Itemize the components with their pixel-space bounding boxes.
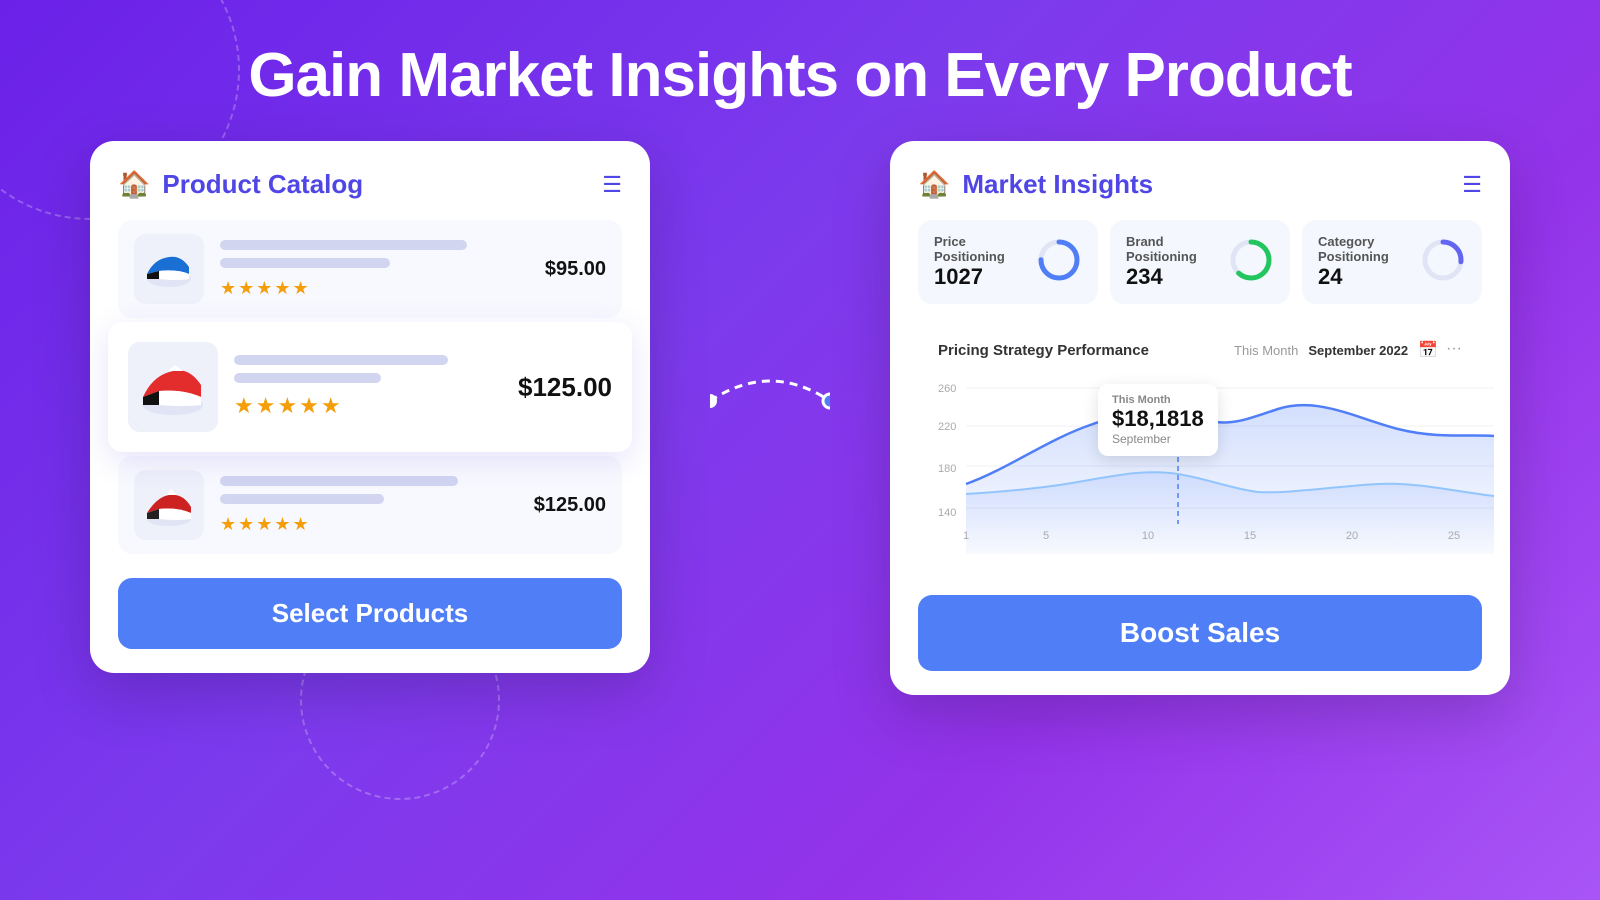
market-insights-panel: 🏠 Market Insights ☰ Price Positioning 10… [890, 141, 1510, 695]
stat-brand-text: Brand Positioning 234 [1126, 234, 1218, 290]
product-catalog-panel: 🏠 Product Catalog ☰ ★★★★★ $95.00 [90, 141, 650, 673]
catalog-menu-icon[interactable]: ☰ [602, 172, 622, 198]
select-products-button[interactable]: Select Products [118, 578, 622, 649]
product-bar-short-3 [220, 494, 384, 504]
page-header: Gain Market Insights on Every Product [0, 0, 1600, 141]
insights-home-icon: 🏠 [918, 169, 950, 200]
chart-svg-wrap: 260 220 180 140 [938, 374, 1462, 559]
product-price-2: $125.00 [518, 372, 612, 403]
stat-category-positioning: Category Positioning 24 [1302, 220, 1482, 304]
boost-sales-button[interactable]: Boost Sales [918, 595, 1482, 671]
product-info-3: ★★★★★ [220, 476, 518, 535]
stat-price-positioning: Price Positioning 1027 [918, 220, 1098, 304]
svg-text:140: 140 [938, 507, 956, 519]
product-bar-short-2 [234, 373, 381, 383]
brand-donut [1228, 237, 1274, 288]
product-price-1: $95.00 [545, 258, 606, 281]
product-image-1 [134, 234, 204, 304]
panels-container: 🏠 Product Catalog ☰ ★★★★★ $95.00 [0, 141, 1600, 695]
calendar-icon[interactable]: 📅 [1418, 340, 1438, 360]
stat-category-value: 24 [1318, 264, 1410, 290]
product-list: ★★★★★ $95.00 ★★★★★ $125.00 [118, 220, 622, 554]
stat-price-value: 1027 [934, 264, 1026, 290]
product-stars-2: ★★★★★ [234, 393, 502, 419]
insights-menu-icon[interactable]: ☰ [1462, 172, 1482, 198]
stats-row: Price Positioning 1027 Brand Positioning… [918, 220, 1482, 304]
chart-date-label: September 2022 [1308, 343, 1408, 358]
chart-action-icons[interactable]: 📅 ··· [1418, 340, 1462, 360]
svg-text:1: 1 [963, 530, 969, 542]
stat-brand-label: Brand Positioning [1126, 234, 1218, 264]
product-item-2: ★★★★★ $125.00 [108, 322, 632, 452]
svg-text:220: 220 [938, 421, 956, 433]
product-stars-3: ★★★★★ [220, 514, 518, 535]
chart-title: Pricing Strategy Performance [938, 342, 1149, 359]
insights-header: 🏠 Market Insights ☰ [918, 169, 1482, 200]
product-bar-long-3 [220, 476, 458, 486]
svg-text:20: 20 [1346, 530, 1358, 542]
product-info-2: ★★★★★ [234, 355, 502, 419]
product-bar-long-1 [220, 240, 467, 250]
svg-text:260: 260 [938, 383, 956, 395]
this-month-label: This Month [1234, 343, 1298, 358]
chart-container: Pricing Strategy Performance This Month … [918, 324, 1482, 575]
category-donut [1420, 237, 1466, 288]
catalog-header: 🏠 Product Catalog ☰ [118, 169, 622, 200]
chart-header: Pricing Strategy Performance This Month … [938, 340, 1462, 360]
catalog-header-left: 🏠 Product Catalog [118, 169, 363, 200]
product-price-3: $125.00 [534, 494, 606, 517]
stat-brand-positioning: Brand Positioning 234 [1110, 220, 1290, 304]
product-image-2 [128, 342, 218, 432]
stat-price-label: Price Positioning [934, 234, 1026, 264]
product-item-1: ★★★★★ $95.00 [118, 220, 622, 318]
svg-text:5: 5 [1043, 530, 1049, 542]
more-options-icon[interactable]: ··· [1446, 340, 1462, 360]
pricing-chart: 260 220 180 140 [938, 374, 1498, 554]
connector-area [710, 341, 830, 461]
product-stars-1: ★★★★★ [220, 278, 529, 299]
stat-price-text: Price Positioning 1027 [934, 234, 1026, 290]
svg-text:15: 15 [1244, 530, 1256, 542]
catalog-title: Product Catalog [162, 169, 363, 200]
product-image-3 [134, 470, 204, 540]
stat-brand-value: 234 [1126, 264, 1218, 290]
page-title: Gain Market Insights on Every Product [0, 40, 1600, 111]
chart-meta: This Month September 2022 📅 ··· [1234, 340, 1462, 360]
price-donut [1036, 237, 1082, 288]
product-bar-long-2 [234, 355, 448, 365]
stat-category-label: Category Positioning [1318, 234, 1410, 264]
product-bar-short-1 [220, 258, 390, 268]
svg-text:10: 10 [1142, 530, 1154, 542]
stat-category-text: Category Positioning 24 [1318, 234, 1410, 290]
home-icon: 🏠 [118, 169, 150, 200]
product-item-3: ★★★★★ $125.00 [118, 456, 622, 554]
svg-text:25: 25 [1448, 530, 1460, 542]
svg-text:180: 180 [938, 463, 956, 475]
insights-header-left: 🏠 Market Insights [918, 169, 1153, 200]
connector-arrow [710, 341, 830, 461]
product-info-1: ★★★★★ [220, 240, 529, 299]
insights-title: Market Insights [962, 169, 1153, 200]
